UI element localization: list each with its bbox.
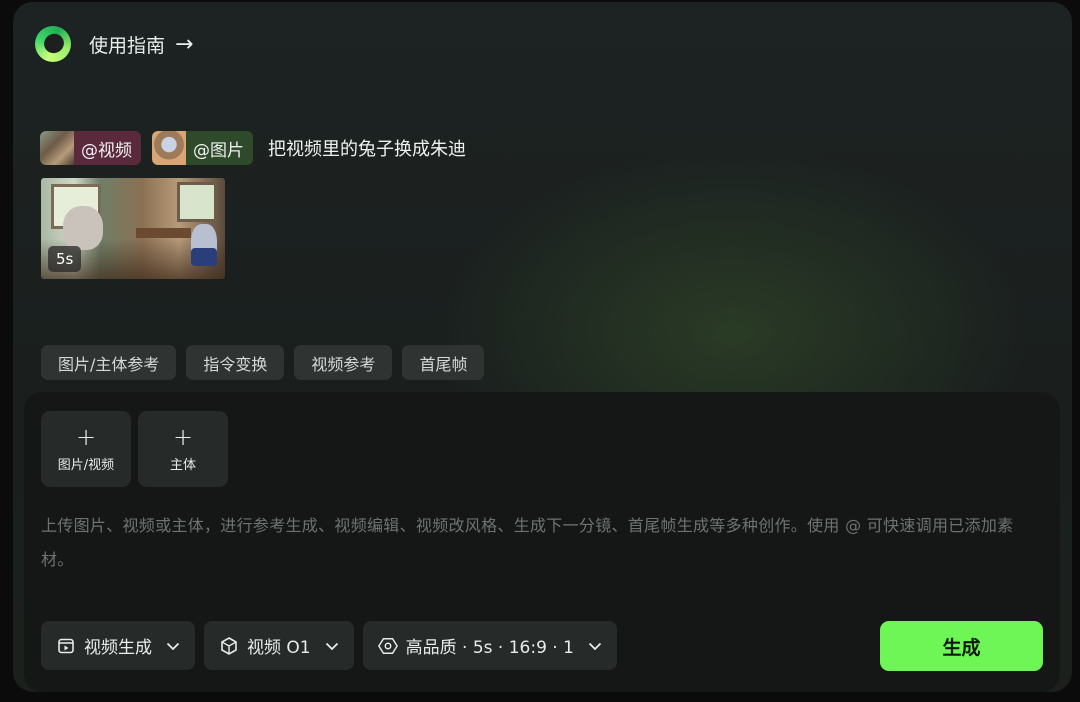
video-mode-icon [56, 636, 76, 656]
settings-hexagon-icon [377, 636, 398, 656]
chevron-down-icon [325, 636, 339, 656]
image-reference-chip[interactable]: @图片 [152, 131, 253, 165]
arrow-right-icon: → [175, 31, 194, 57]
settings-select[interactable]: 高品质 · 5s · 16:9 · 1 [362, 621, 617, 670]
input-area: + 图片/视频 + 主体 上传图片、视频或主体，进行参考生成、视频编辑、视频改风… [24, 392, 1060, 692]
upload-media-button[interactable]: + 图片/视频 [41, 411, 131, 487]
prompt-input[interactable]: 上传图片、视频或主体，进行参考生成、视频编辑、视频改风格、生成下一分镜、首尾帧生… [41, 509, 1041, 577]
tab-instruction-transform[interactable]: 指令变换 [186, 345, 285, 380]
guide-label: 使用指南 [89, 34, 166, 57]
app-logo-icon [35, 26, 71, 62]
generate-button[interactable]: 生成 [880, 621, 1043, 671]
guide-link[interactable]: 使用指南 → [89, 31, 193, 58]
add-subject-label: 主体 [169, 457, 196, 473]
prompt-text: 把视频里的兔子换成朱迪 [268, 139, 466, 160]
plus-icon: + [172, 422, 194, 451]
chevron-down-icon [166, 636, 180, 656]
tab-image-subject-reference[interactable]: 图片/主体参考 [41, 345, 177, 380]
mode-select[interactable]: 视频生成 [41, 621, 195, 670]
prompt-row: @视频 @图片 把视频里的兔子换成朱迪 [40, 131, 466, 165]
scene-cat [63, 206, 103, 250]
upload-media-label: 图片/视频 [57, 457, 115, 473]
chevron-down-icon [588, 636, 602, 656]
scene-table [136, 228, 191, 238]
model-select-label: 视频 O1 [247, 638, 311, 658]
tab-first-last-frame[interactable]: 首尾帧 [402, 345, 485, 380]
model-select[interactable]: 视频 O1 [204, 621, 354, 670]
mode-select-label: 视频生成 [84, 638, 152, 658]
plus-icon: + [75, 422, 97, 451]
tab-video-reference[interactable]: 视频参考 [294, 345, 393, 380]
scene-bunny-pants [191, 248, 217, 266]
video-preview[interactable]: 5s [41, 178, 225, 279]
header: 使用指南 → [35, 24, 193, 64]
image-chip-label: @图片 [186, 131, 253, 165]
cube-icon [219, 636, 239, 656]
reference-tabs: 图片/主体参考 指令变换 视频参考 首尾帧 [41, 345, 485, 380]
image-chip-thumbnail [152, 131, 186, 165]
video-chip-thumbnail [40, 131, 74, 165]
add-subject-button[interactable]: + 主体 [138, 411, 228, 487]
scene-window-2 [177, 182, 217, 222]
duration-badge: 5s [48, 246, 82, 272]
video-chip-label: @视频 [74, 131, 141, 165]
video-reference-chip[interactable]: @视频 [40, 131, 141, 165]
main-panel: 使用指南 → @视频 @图片 把视频里的兔子换成朱迪 5s 图片/主体参考 指令… [13, 2, 1072, 692]
settings-select-label: 高品质 · 5s · 16:9 · 1 [405, 638, 574, 658]
controls-bar: 视频生成 视频 O1 高品质 · 5s · 16:9 · 1 [41, 621, 617, 670]
upload-row: + 图片/视频 + 主体 [41, 411, 228, 487]
